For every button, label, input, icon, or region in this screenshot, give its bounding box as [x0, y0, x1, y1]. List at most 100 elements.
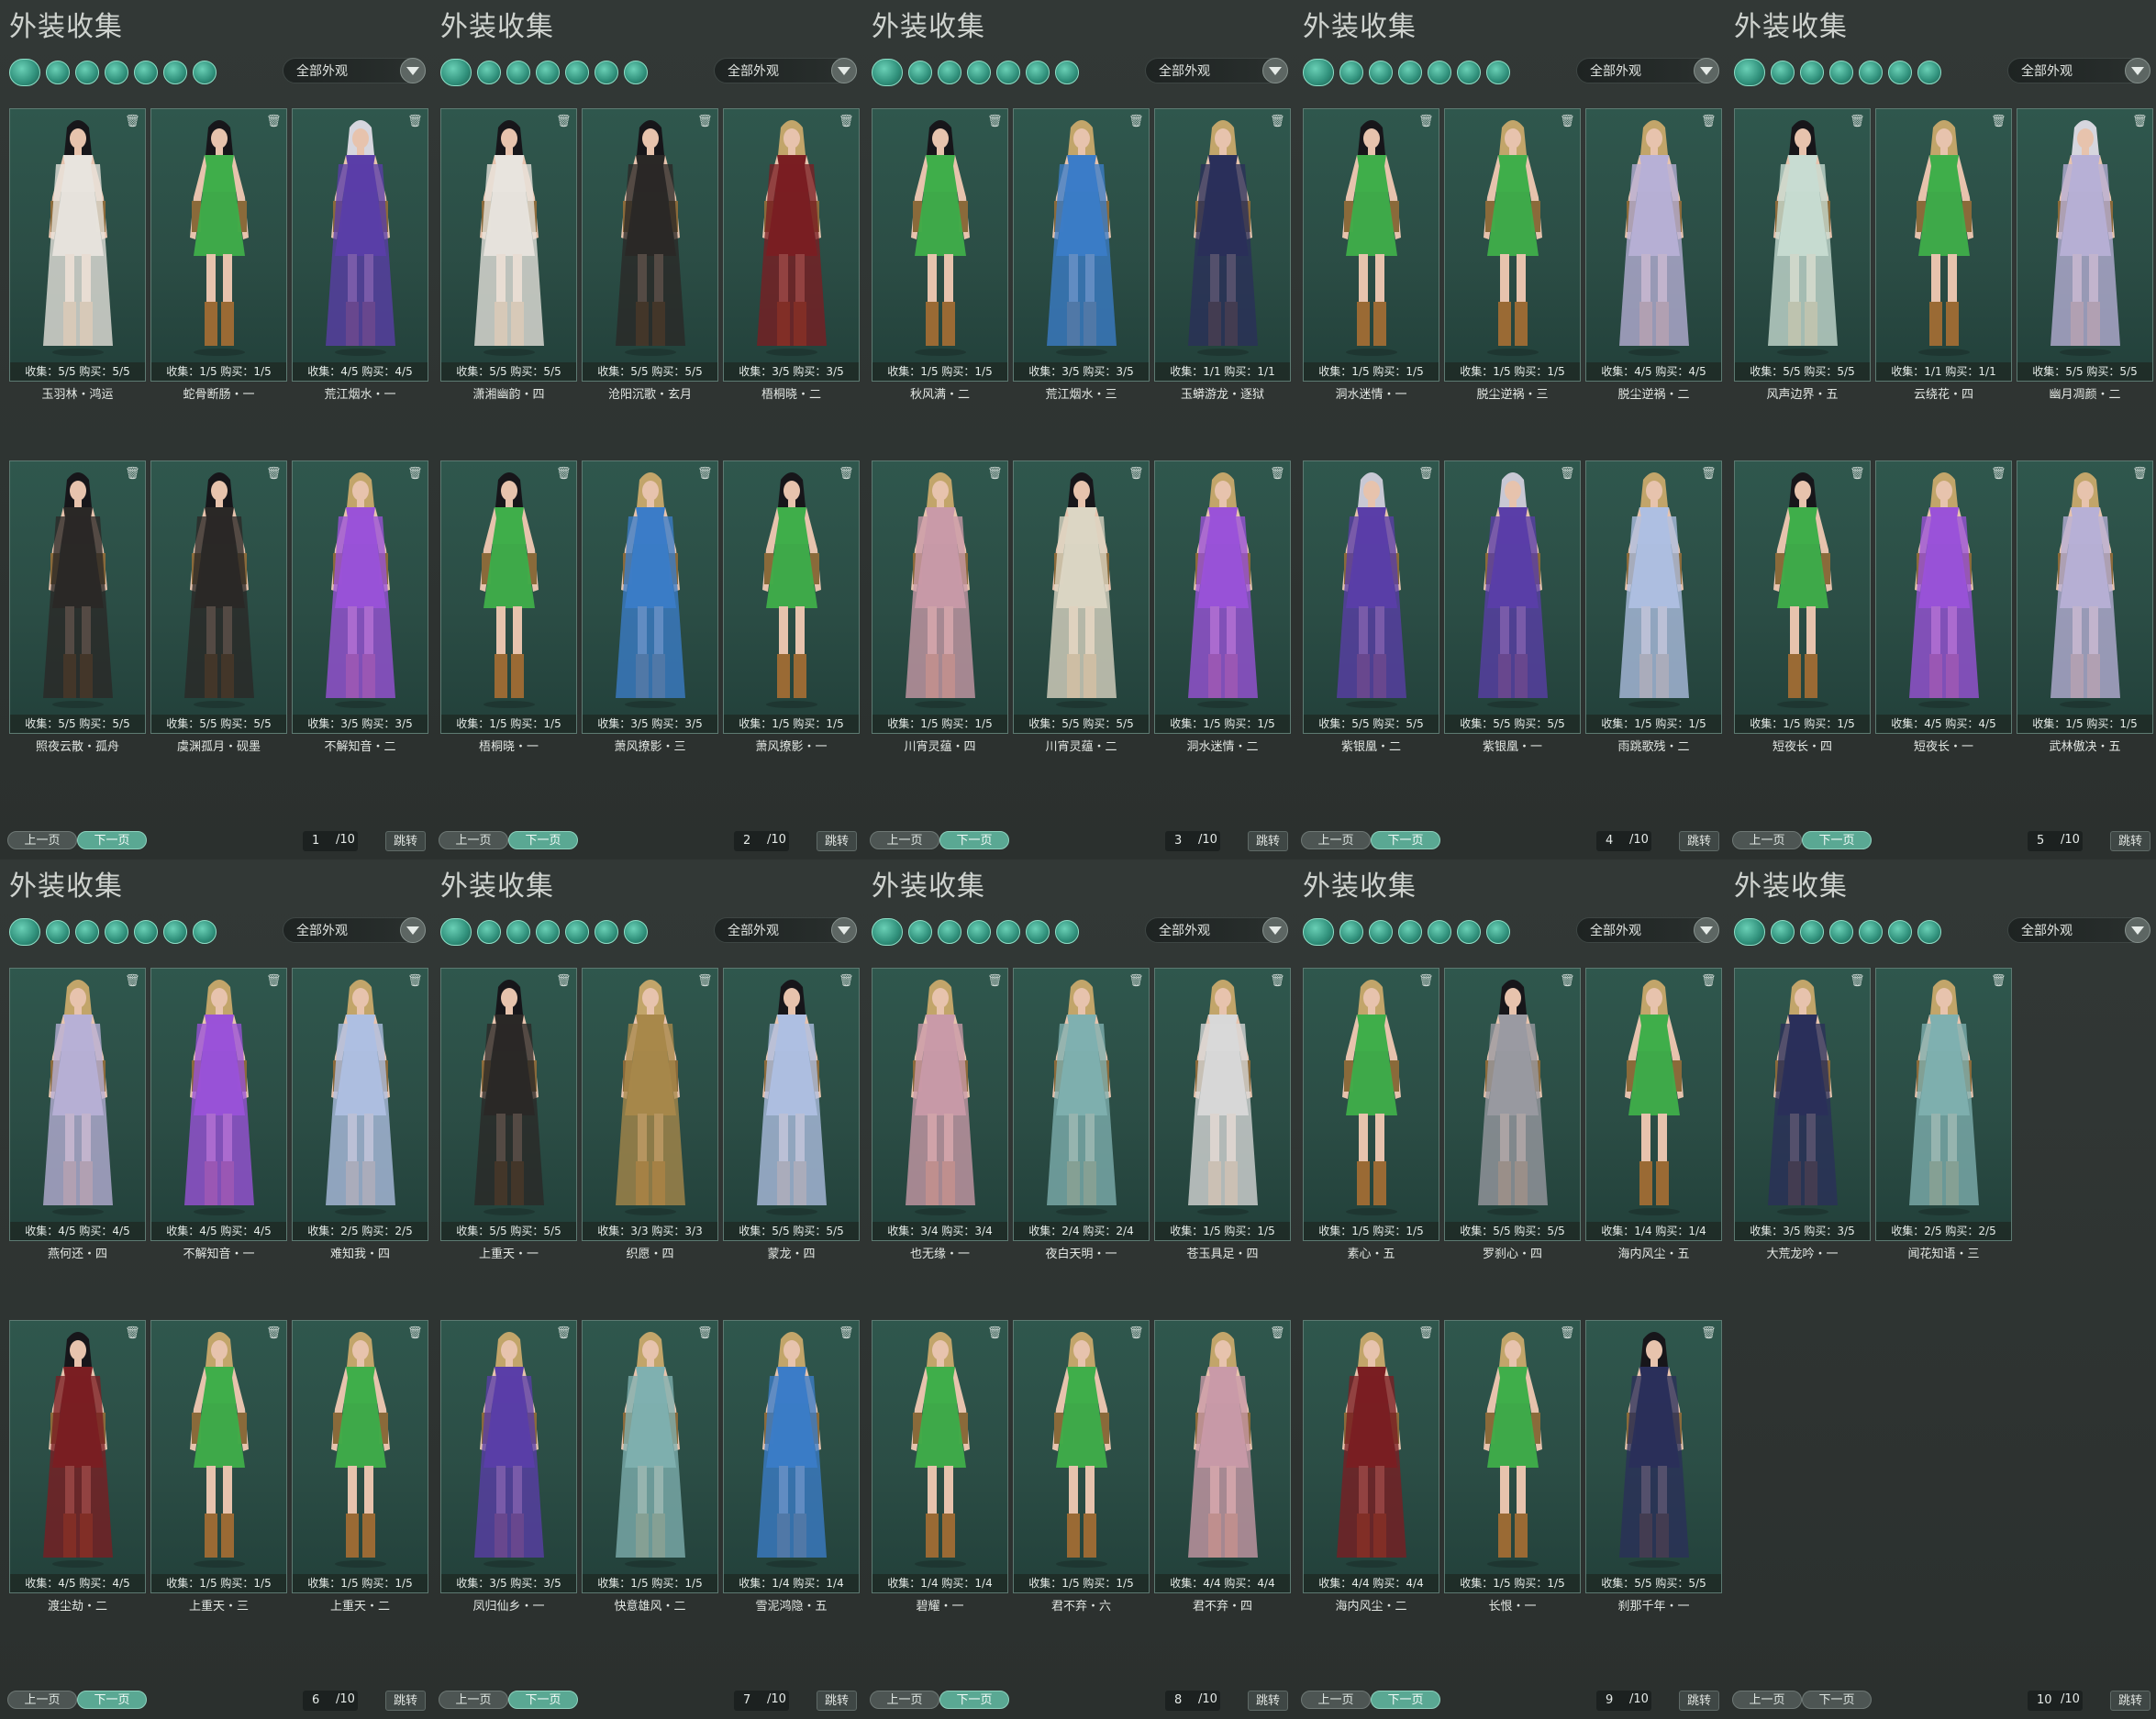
- trash-icon[interactable]: 🗑: [125, 467, 140, 482]
- shoe-icon[interactable]: [996, 920, 1020, 944]
- outfit-preview-frame[interactable]: 🗑 收集：4/5 购买：4/5: [150, 968, 287, 1241]
- outfit-preview-frame[interactable]: 🗑 收集：4/5 购买：4/5: [292, 108, 428, 382]
- all-outfits-icon[interactable]: [1303, 918, 1334, 946]
- outfit-card[interactable]: 🗑 收集：1/5 购买：1/5 苍玉具足・四: [1154, 968, 1291, 1261]
- outfit-preview-frame[interactable]: 🗑 收集：1/5 购买：1/5: [150, 1320, 287, 1593]
- trash-icon[interactable]: 🗑: [1850, 974, 1865, 989]
- trash-icon[interactable]: 🗑: [266, 467, 282, 482]
- trash-icon[interactable]: 🗑: [697, 115, 713, 129]
- outfit-card[interactable]: 🗑 收集：5/5 购买：5/5 虞渊孤月・砚墨: [150, 460, 287, 754]
- trash-icon[interactable]: 🗑: [1270, 467, 1285, 482]
- outfit-preview-frame[interactable]: 🗑 收集：1/5 购买：1/5: [150, 108, 287, 382]
- next-page-button[interactable]: 下一页: [508, 831, 578, 849]
- trash-icon[interactable]: 🗑: [407, 467, 423, 482]
- outfit-filter-dropdown[interactable]: 全部外观: [1145, 917, 1288, 943]
- top-icon[interactable]: [506, 61, 530, 84]
- outfit-preview-frame[interactable]: 🗑 收集：1/5 购买：1/5: [1734, 460, 1871, 734]
- jump-button[interactable]: 跳转: [1679, 1691, 1719, 1711]
- jump-button[interactable]: 跳转: [2110, 831, 2150, 851]
- pants-icon[interactable]: [105, 920, 128, 944]
- robe-icon[interactable]: [477, 61, 501, 84]
- outfit-card[interactable]: 🗑 收集：3/5 购买：3/5 不解知音・二: [292, 460, 428, 754]
- shoe-icon[interactable]: [1859, 920, 1883, 944]
- next-page-button[interactable]: 下一页: [939, 1691, 1009, 1709]
- outfit-preview-frame[interactable]: 🗑 收集：5/5 购买：5/5: [2017, 108, 2153, 382]
- outfit-filter-dropdown[interactable]: 全部外观: [2007, 917, 2150, 943]
- shoe-icon[interactable]: [134, 920, 158, 944]
- trash-icon[interactable]: 🗑: [125, 974, 140, 989]
- outfit-card[interactable]: 🗑 收集：2/5 购买：2/5 难知我・四: [292, 968, 428, 1261]
- outfit-card[interactable]: 🗑 收集：5/5 购买：5/5 潇湘幽韵・四: [440, 108, 577, 402]
- glove-icon[interactable]: [163, 61, 187, 84]
- outfit-card[interactable]: 🗑 收集：2/4 购买：2/4 夜白天明・一: [1013, 968, 1150, 1261]
- outfit-card[interactable]: 🗑 收集：1/1 购买：1/1 玉蟒游龙・逐狱: [1154, 108, 1291, 402]
- shoe-icon[interactable]: [565, 61, 589, 84]
- jump-button[interactable]: 跳转: [2110, 1691, 2150, 1711]
- trash-icon[interactable]: 🗑: [125, 115, 140, 129]
- outfit-card[interactable]: 🗑 收集：1/5 购买：1/5 梧桐晓・一: [440, 460, 577, 754]
- pants-icon[interactable]: [105, 61, 128, 84]
- outfit-card[interactable]: 🗑 收集：1/5 购买：1/5 洞水迷情・二: [1154, 460, 1291, 754]
- outfit-filter-dropdown[interactable]: 全部外观: [2007, 58, 2150, 83]
- outfit-preview-frame[interactable]: 🗑 收集：1/5 购买：1/5: [1444, 108, 1581, 382]
- outfit-card[interactable]: 🗑 收集：1/5 购买：1/5 上重天・三: [150, 1320, 287, 1614]
- trash-icon[interactable]: 🗑: [697, 467, 713, 482]
- outfit-filter-dropdown[interactable]: 全部外观: [1576, 917, 1719, 943]
- robe-icon[interactable]: [1771, 920, 1795, 944]
- outfit-card[interactable]: 🗑 收集：4/5 购买：4/5 不解知音・一: [150, 968, 287, 1261]
- accessory-icon[interactable]: [624, 920, 648, 944]
- outfit-preview-frame[interactable]: 🗑 收集：3/5 购买：3/5: [1734, 968, 1871, 1241]
- pants-icon[interactable]: [536, 920, 560, 944]
- outfit-preview-frame[interactable]: 🗑 收集：5/5 购买：5/5: [1444, 968, 1581, 1241]
- outfit-card[interactable]: 🗑 收集：3/5 购买：3/5 萧风撩影・三: [582, 460, 718, 754]
- outfit-preview-frame[interactable]: 🗑 收集：4/5 购买：4/5: [1875, 460, 2012, 734]
- trash-icon[interactable]: 🗑: [1701, 1326, 1717, 1341]
- outfit-preview-frame[interactable]: 🗑 收集：5/5 购买：5/5: [1444, 460, 1581, 734]
- outfit-filter-dropdown[interactable]: 全部外观: [1576, 58, 1719, 83]
- jump-button[interactable]: 跳转: [385, 831, 426, 851]
- outfit-preview-frame[interactable]: 🗑 收集：5/5 购买：5/5: [150, 460, 287, 734]
- robe-icon[interactable]: [46, 61, 70, 84]
- outfit-card[interactable]: 🗑 收集：1/5 购买：1/5 蛇骨断肠・一: [150, 108, 287, 402]
- prev-page-button[interactable]: 上一页: [1301, 831, 1371, 849]
- outfit-preview-frame[interactable]: 🗑 收集：4/5 购买：4/5: [9, 1320, 146, 1593]
- trash-icon[interactable]: 🗑: [1701, 115, 1717, 129]
- trash-icon[interactable]: 🗑: [987, 974, 1003, 989]
- trash-icon[interactable]: 🗑: [407, 115, 423, 129]
- glove-icon[interactable]: [1026, 920, 1050, 944]
- accessory-icon[interactable]: [1055, 61, 1079, 84]
- all-outfits-icon[interactable]: [872, 918, 903, 946]
- outfit-preview-frame[interactable]: 🗑 收集：2/5 购买：2/5: [292, 968, 428, 1241]
- outfit-preview-frame[interactable]: 🗑 收集：4/4 购买：4/4: [1303, 1320, 1439, 1593]
- outfit-preview-frame[interactable]: 🗑 收集：5/5 购买：5/5: [9, 108, 146, 382]
- glove-icon[interactable]: [595, 920, 618, 944]
- shoe-icon[interactable]: [134, 61, 158, 84]
- outfit-card[interactable]: 🗑 收集：1/5 购买：1/5 快意雄风・二: [582, 1320, 718, 1614]
- outfit-card[interactable]: 🗑 收集：1/4 购买：1/4 雪泥鸿隐・五: [723, 1320, 860, 1614]
- outfit-preview-frame[interactable]: 🗑 收集：4/5 购买：4/5: [1585, 108, 1722, 382]
- outfit-preview-frame[interactable]: 🗑 收集：4/4 购买：4/4: [1154, 1320, 1291, 1593]
- accessory-icon[interactable]: [1917, 920, 1941, 944]
- outfit-preview-frame[interactable]: 🗑 收集：5/5 购买：5/5: [723, 968, 860, 1241]
- outfit-filter-dropdown[interactable]: 全部外观: [283, 917, 426, 943]
- pants-icon[interactable]: [1398, 61, 1422, 84]
- outfit-filter-dropdown[interactable]: 全部外观: [714, 58, 857, 83]
- trash-icon[interactable]: 🗑: [556, 1326, 572, 1341]
- trash-icon[interactable]: 🗑: [2132, 467, 2148, 482]
- outfit-card[interactable]: 🗑 收集：1/5 购买：1/5 上重天・二: [292, 1320, 428, 1614]
- trash-icon[interactable]: 🗑: [556, 115, 572, 129]
- outfit-card[interactable]: 🗑 收集：3/5 购买：3/5 梧桐晓・二: [723, 108, 860, 402]
- outfit-preview-frame[interactable]: 🗑 收集：5/5 购买：5/5: [9, 460, 146, 734]
- outfit-preview-frame[interactable]: 🗑 收集：5/5 购买：5/5: [440, 968, 577, 1241]
- outfit-preview-frame[interactable]: 🗑 收集：2/5 购买：2/5: [1875, 968, 2012, 1241]
- trash-icon[interactable]: 🗑: [2132, 115, 2148, 129]
- glove-icon[interactable]: [1457, 61, 1481, 84]
- outfit-card[interactable]: 🗑 收集：5/5 购买：5/5 玉羽林・鸿运: [9, 108, 146, 402]
- jump-button[interactable]: 跳转: [1248, 831, 1288, 851]
- top-icon[interactable]: [938, 920, 961, 944]
- trash-icon[interactable]: 🗑: [987, 1326, 1003, 1341]
- outfit-card[interactable]: 🗑 收集：3/3 购买：3/3 织愿・四: [582, 968, 718, 1261]
- next-page-button[interactable]: 下一页: [508, 1691, 578, 1709]
- outfit-preview-frame[interactable]: 🗑 收集：1/4 购买：1/4: [1585, 968, 1722, 1241]
- outfit-card[interactable]: 🗑 收集：1/1 购买：1/1 云绕花・四: [1875, 108, 2012, 402]
